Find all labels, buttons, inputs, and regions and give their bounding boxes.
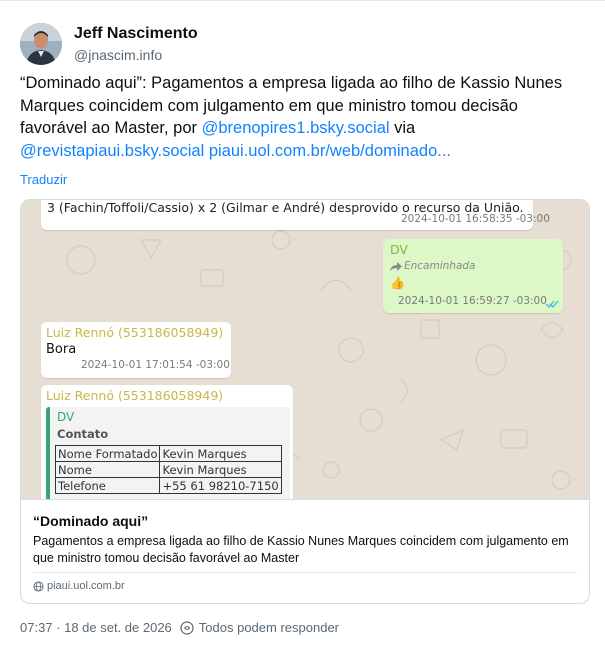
table-row: Nome Kevin Marques [54,461,282,478]
post-text-via: via [389,119,416,137]
message-time: 2024-10-01 17:01:54 -03:00 [81,359,230,371]
shared-contact-quote: DV Contato Nome Formatado Kevin Marques N… [46,407,290,499]
author-names: Jeff Nascimento @jnascim.info [74,24,198,65]
chat-message: Luiz Rennó (553186058949) DV Contato Nom… [41,385,293,499]
mention-link[interactable]: @brenopires1.bsky.social [202,119,390,137]
reply-setting-label[interactable]: Todos podem responder [199,620,339,635]
post-footer: 07:37 · 18 de set. de 2026 Todos podem r… [20,620,339,635]
message-sender: Luiz Rennó (553186058949) [46,325,224,340]
globe-icon [33,580,44,592]
message-sender: DV [390,242,408,257]
forwarded-label: Encaminhada [390,260,476,272]
thumbs-up-icon: 👍 [390,276,405,290]
forward-icon [390,261,402,271]
chat-message: 3 (Fachin/Toffoli/Cassio) x 2 (Gilmar e … [41,200,550,230]
contact-table: Nome Formatado Kevin Marques Nome Kevin Ma… [54,445,282,494]
top-divider [0,0,605,1]
post-timestamp[interactable]: 07:37 · 18 de set. de 2026 [20,620,172,635]
message-time: 2024-10-01 16:59:27 -03:00 [398,295,547,307]
message-text: Bora [46,342,77,357]
link-card-title: “Dominado aqui” [33,513,149,529]
link-card-divider [33,572,577,573]
avatar[interactable] [20,23,62,65]
mention-link[interactable]: @revistapiaui.bsky.social [20,142,204,160]
quote-sender: DV [57,410,75,424]
link-card-meta: “Dominado aqui” Pagamentos a empresa lig… [21,499,589,603]
link-card-image: 3 (Fachin/Toffoli/Cassio) x 2 (Gilmar e … [21,200,589,499]
table-row: Telefone +55 61 98210-7150 [54,477,282,494]
external-link[interactable]: piaui.uol.com.br/web/dominado... [209,142,451,160]
quote-title: Contato [57,427,109,441]
message-sender: Luiz Rennó (553186058949) [46,388,224,403]
display-name[interactable]: Jeff Nascimento [74,24,198,44]
link-card[interactable]: 3 (Fachin/Toffoli/Cassio) x 2 (Gilmar e … [20,199,590,604]
author-handle[interactable]: @jnascim.info [74,45,198,65]
chat-message: Luiz Rennó (553186058949) Bora 2024-10-0… [41,322,231,378]
read-receipt-icon [545,294,559,313]
link-card-description: Pagamentos a empresa ligada ao filho de … [33,534,569,565]
post-text: “Dominado aqui”: Pagamentos a empresa li… [20,72,580,162]
table-row: Nome Formatado Kevin Marques [54,445,282,462]
reply-settings-icon [180,620,194,635]
message-time: 2024-10-01 16:58:35 -03:00 [401,213,550,225]
post-header: Jeff Nascimento @jnascim.info [20,20,198,68]
chat-message-outgoing: DV Encaminhada 👍 2024-10-01 16:59:27 -03… [383,239,563,313]
translate-link[interactable]: Traduzir [20,172,67,187]
link-card-domain: piaui.uol.com.br [33,580,125,592]
